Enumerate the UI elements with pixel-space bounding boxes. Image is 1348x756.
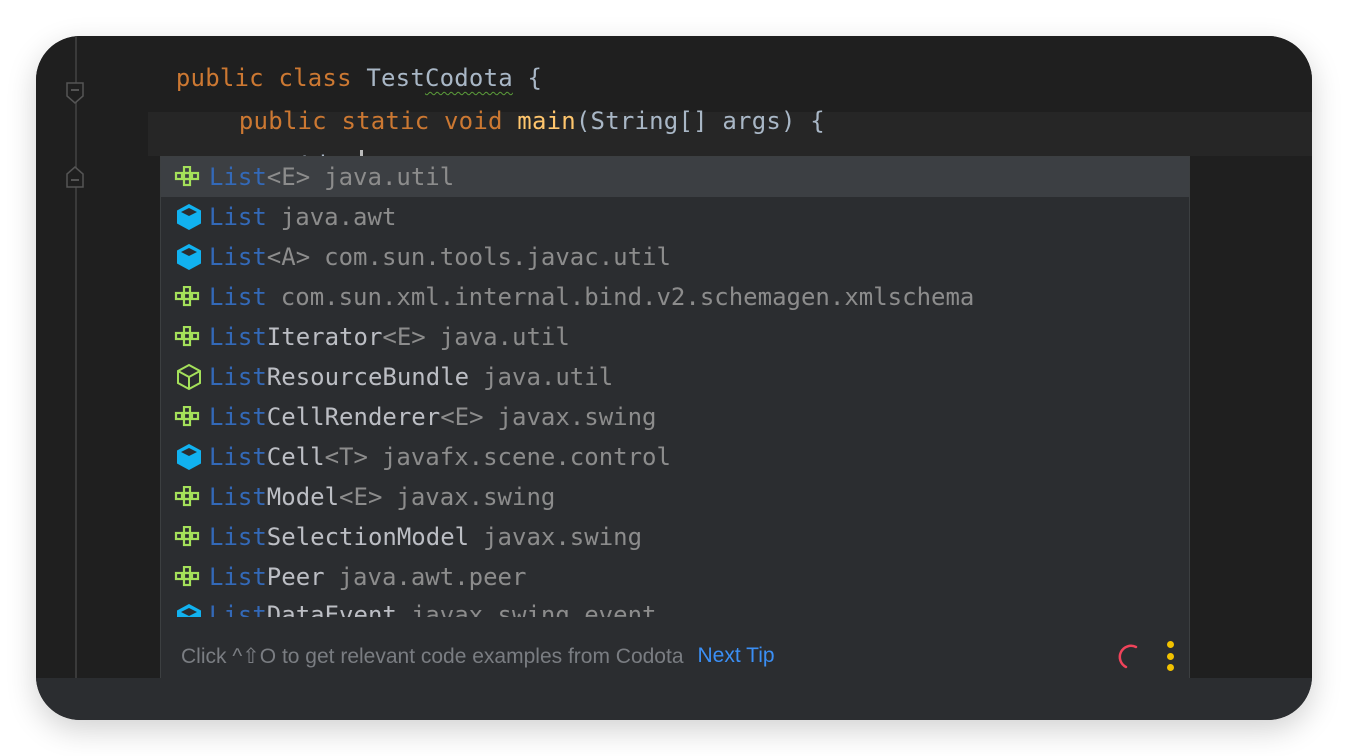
completion-footer: Click ^⇧O to get relevant code examples … <box>161 627 1189 685</box>
keyword: void <box>444 107 503 135</box>
method-params: (String[] args) { <box>575 107 825 135</box>
fold-end-icon[interactable] <box>66 166 84 188</box>
match-text: List <box>209 443 267 471</box>
type-params: <E> <box>382 323 426 351</box>
completion-item[interactable]: List <A> com.sun.tools.javac.util <box>161 237 1189 277</box>
interface-icon <box>173 561 205 593</box>
package-name: javax.swing <box>497 403 657 431</box>
match-text: List <box>209 523 267 551</box>
interface-icon <box>173 521 205 553</box>
match-text: List <box>209 323 267 351</box>
completion-rest: Model <box>266 483 340 511</box>
match-text: List <box>209 363 267 391</box>
completion-rest: SelectionModel <box>266 523 470 551</box>
completion-rest: ResourceBundle <box>266 363 470 391</box>
match-text: List <box>209 563 267 591</box>
completion-list[interactable]: List <E> java.util List java.awt List <A> com.s… <box>161 157 1189 617</box>
code-editor[interactable]: public class TestCodota { public static … <box>36 36 1312 684</box>
completion-item[interactable]: List Iterator <E> java.util <box>161 317 1189 357</box>
class-icon <box>173 601 205 617</box>
completion-item[interactable]: List <E> java.util <box>161 157 1189 197</box>
match-text: List <box>209 403 267 431</box>
match-text: List <box>209 601 267 617</box>
completion-item[interactable]: List SelectionModel javax.swing <box>161 517 1189 557</box>
class-icon <box>173 241 205 273</box>
interface-icon <box>173 281 205 313</box>
more-options-icon[interactable] <box>1163 641 1177 671</box>
interface-icon <box>173 481 205 513</box>
match-text: List <box>209 283 267 311</box>
interface-icon <box>173 321 205 353</box>
completion-rest: CellRenderer <box>266 403 441 431</box>
match-text: List <box>209 483 267 511</box>
package-name: java.util <box>439 323 570 351</box>
next-tip-link[interactable]: Next Tip <box>698 644 775 668</box>
completion-rest: DataEvent <box>266 601 397 617</box>
package-name: java.util <box>324 163 455 191</box>
class-icon <box>173 201 205 233</box>
type-params: <E> <box>339 483 383 511</box>
method-name: main <box>517 107 576 135</box>
abstract-class-icon <box>173 361 205 393</box>
match-text: List <box>209 163 267 191</box>
completion-item[interactable]: List DataEvent javax.swing.event <box>161 597 1189 617</box>
package-name: javax.swing <box>483 523 643 551</box>
package-name: com.sun.tools.javac.util <box>324 243 671 271</box>
package-name: java.util <box>483 363 614 391</box>
completion-item[interactable]: List java.awt <box>161 197 1189 237</box>
package-name: com.sun.xml.internal.bind.v2.schemagen.x… <box>280 283 975 311</box>
completion-item[interactable]: List CellRenderer <E> javax.swing <box>161 397 1189 437</box>
codota-tip-text: Click ^⇧O to get relevant code examples … <box>181 644 684 668</box>
package-name: javax.swing <box>396 483 556 511</box>
match-text: List <box>209 243 267 271</box>
match-text: List <box>209 203 267 231</box>
package-name: java.awt.peer <box>338 563 527 591</box>
completion-popup: List <E> java.util List java.awt List <A> com.s… <box>160 156 1190 684</box>
package-name: javax.swing.event <box>410 601 657 617</box>
type-params: <A> <box>266 243 311 271</box>
completion-rest: Peer <box>266 563 325 591</box>
package-name: javafx.scene.control <box>381 443 671 471</box>
interface-icon <box>173 401 205 433</box>
completion-item[interactable]: List Peer java.awt.peer <box>161 557 1189 597</box>
class-icon <box>173 441 205 473</box>
completion-item[interactable]: List com.sun.xml.internal.bind.v2.schemag… <box>161 277 1189 317</box>
interface-icon <box>173 161 205 193</box>
completion-item[interactable]: List Cell <T> javafx.scene.control <box>161 437 1189 477</box>
fold-method-icon[interactable] <box>66 82 84 104</box>
type-params: <E> <box>266 163 311 191</box>
completion-item[interactable]: List ResourceBundle java.util <box>161 357 1189 397</box>
completion-item[interactable]: List Model <E> javax.swing <box>161 477 1189 517</box>
package-name: java.awt <box>280 203 397 231</box>
ide-window: public class TestCodota { public static … <box>36 36 1312 720</box>
completion-rest: Cell <box>266 443 325 471</box>
gutter-guide <box>75 36 77 678</box>
completion-rest: Iterator <box>266 323 383 351</box>
type-params: <E> <box>440 403 484 431</box>
loading-spinner-icon <box>1118 644 1138 669</box>
type-params: <T> <box>324 443 368 471</box>
editor-bottom-bar <box>36 678 1312 720</box>
